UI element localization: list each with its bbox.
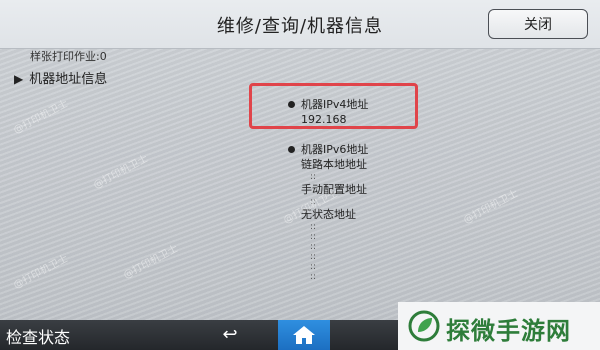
colon-separator: :: bbox=[310, 222, 317, 232]
ipv6-label-row: 机器IPv6地址 bbox=[288, 141, 368, 157]
ipv6-label: 机器IPv6地址 bbox=[301, 143, 369, 156]
colon-separator: :: bbox=[310, 272, 317, 282]
check-status-button[interactable]: 检查状态 bbox=[6, 324, 70, 348]
watermark: @打印机卫士 bbox=[121, 243, 181, 282]
watermark: @打印机卫士 bbox=[11, 253, 71, 292]
brand-text: 探微手游网 bbox=[446, 317, 571, 345]
watermark: @打印机卫士 bbox=[91, 153, 151, 192]
colon-separator: :: bbox=[310, 242, 317, 252]
ipv4-highlight-box bbox=[249, 83, 418, 129]
home-button[interactable] bbox=[278, 320, 330, 350]
section-title: 机器地址信息 bbox=[29, 72, 108, 87]
bullet-icon bbox=[288, 145, 295, 153]
expand-arrow-icon: ▶ bbox=[14, 72, 24, 86]
colon-separator: :: bbox=[310, 172, 317, 182]
watermark: @打印机卫士 bbox=[461, 188, 521, 227]
watermark: @打印机卫士 bbox=[11, 98, 71, 137]
machine-info-screen: 维修/查询/机器信息 关闭 样张打印作业:0 ▶ 机器地址信息 机器IPv4地址 … bbox=[0, 0, 600, 350]
leaf-logo-icon bbox=[408, 310, 440, 342]
machine-address-section[interactable]: ▶ 机器地址信息 bbox=[14, 68, 107, 87]
colon-separator: :: bbox=[310, 262, 317, 272]
title-bar: 维修/查询/机器信息 关闭 bbox=[0, 0, 600, 49]
brand-watermark: 探微手游网 bbox=[398, 302, 600, 350]
colon-separator: :: bbox=[310, 232, 317, 242]
home-icon bbox=[293, 326, 315, 344]
sample-print-count: 样张打印作业:0 bbox=[30, 50, 107, 63]
back-arrow-icon[interactable]: ↩ bbox=[216, 323, 244, 347]
close-button[interactable]: 关闭 bbox=[488, 9, 588, 39]
link-local-label: 链路本地地址 bbox=[301, 158, 367, 171]
colon-separator: :: bbox=[310, 252, 317, 262]
